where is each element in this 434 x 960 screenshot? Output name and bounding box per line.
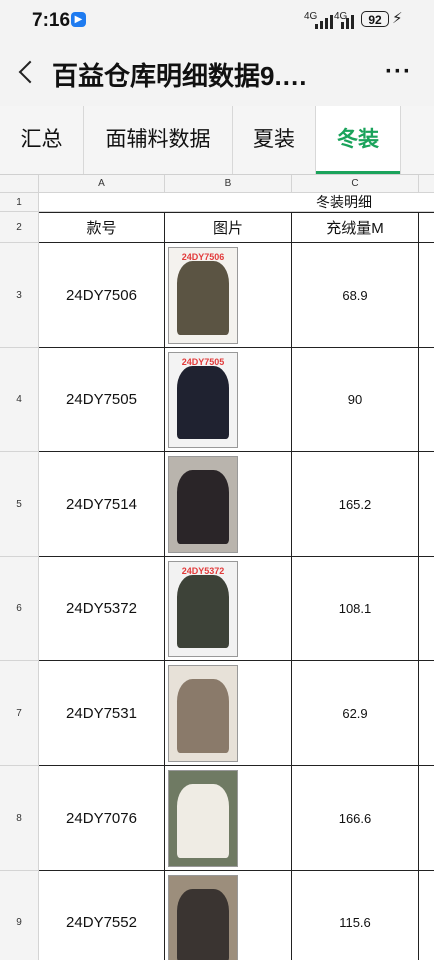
empty-cell[interactable]: [419, 212, 434, 243]
photo-cell[interactable]: 24DY7506: [165, 243, 292, 348]
photo-style-label: 24DY7505: [181, 356, 225, 367]
style-no-cell[interactable]: 24DY7531: [39, 661, 165, 766]
down-fill-cell[interactable]: 108.1: [292, 557, 419, 661]
style-no-cell[interactable]: 24DY7506: [39, 243, 165, 348]
down-fill-value: 108.1: [338, 601, 372, 616]
down-fill-value: 68.9: [342, 287, 368, 303]
row-header[interactable]: 7: [0, 661, 39, 766]
jacket-image: [177, 260, 229, 335]
product-photo[interactable]: [168, 664, 238, 762]
tab-summary[interactable]: 汇总: [0, 106, 84, 174]
empty-cell[interactable]: [419, 766, 434, 871]
column-header-d[interactable]: [419, 175, 434, 193]
style-no: 24DY7506: [66, 286, 137, 304]
sheet-title-cell[interactable]: 冬装明细: [39, 193, 434, 212]
status-bar: 7:16 ▶ 4G 4G 92 ⚡: [0, 0, 434, 40]
style-no: 24DY7505: [66, 391, 137, 408]
column-header-c[interactable]: C: [292, 175, 419, 193]
photo-cell[interactable]: [165, 871, 292, 960]
back-arrow-icon[interactable]: [12, 54, 42, 90]
row-header[interactable]: 6: [0, 557, 39, 661]
empty-cell[interactable]: [419, 871, 434, 960]
style-no-cell[interactable]: 24DY7552: [39, 871, 165, 960]
photo-cell[interactable]: [165, 766, 292, 871]
tab-materials[interactable]: 面辅料数据: [84, 106, 233, 174]
row-header[interactable]: 3: [0, 243, 39, 348]
row-header[interactable]: 2: [0, 212, 39, 243]
down-fill-value: 166.6: [338, 810, 372, 826]
product-photo[interactable]: 24DY7506: [168, 246, 238, 344]
corner-header[interactable]: [0, 175, 39, 193]
jacket-image: [177, 469, 229, 544]
column-header-a[interactable]: A: [39, 175, 165, 193]
product-photo[interactable]: 24DY5372: [168, 560, 238, 657]
photo-style-label: 24DY5372: [181, 565, 225, 576]
sheet-tabs: 汇总 面辅料数据 夏装 冬装: [0, 106, 434, 175]
style-no-cell[interactable]: 24DY5372: [39, 557, 165, 661]
down-fill-value: 165.2: [338, 496, 372, 512]
empty-cell[interactable]: [419, 452, 434, 557]
style-no: 24DY7531: [66, 704, 137, 722]
down-fill-cell[interactable]: 115.6: [292, 871, 419, 960]
jacket-image: [177, 574, 229, 648]
header-label: 图片: [212, 220, 243, 237]
header-label: 款号: [86, 220, 117, 237]
sheet-title: 冬装明细: [316, 194, 372, 210]
down-fill-cell[interactable]: 68.9: [292, 243, 419, 348]
down-fill-cell[interactable]: 166.6: [292, 766, 419, 871]
row-header[interactable]: 9: [0, 871, 39, 960]
product-photo[interactable]: [168, 769, 238, 867]
down-fill-value: 90: [347, 392, 363, 407]
photo-cell[interactable]: [165, 452, 292, 557]
app-notification-icon: ▶: [71, 12, 86, 27]
product-photo[interactable]: [168, 455, 238, 553]
app-header: 百益仓库明细数据9.… ···: [0, 40, 434, 106]
style-no: 24DY7514: [66, 495, 137, 513]
jacket-image: [177, 783, 229, 858]
row-header[interactable]: 4: [0, 348, 39, 452]
empty-cell[interactable]: [419, 661, 434, 766]
empty-cell[interactable]: [419, 243, 434, 348]
empty-cell[interactable]: [419, 348, 434, 452]
empty-cell[interactable]: [419, 557, 434, 661]
down-fill-value: 62.9: [342, 705, 368, 721]
header-label: 充绒量M: [326, 220, 384, 237]
spreadsheet-grid[interactable]: A B C 1 冬装明细 2 款号 图片 充绒量M 3 24DY7506 24DY7…: [0, 175, 434, 960]
down-fill-cell[interactable]: 90: [292, 348, 419, 452]
tab-summer[interactable]: 夏装: [233, 106, 316, 174]
signal-icon-2: [341, 13, 355, 29]
header-cell-fill[interactable]: 充绒量M: [292, 212, 419, 243]
down-fill-cell[interactable]: 165.2: [292, 452, 419, 557]
jacket-image: [177, 678, 229, 753]
tab-winter[interactable]: 冬装: [316, 106, 401, 174]
row-header[interactable]: 1: [0, 193, 39, 212]
header-cell-photo[interactable]: 图片: [165, 212, 292, 243]
clock: 7:16: [32, 10, 71, 31]
jacket-image: [177, 365, 229, 439]
style-no: 24DY7076: [66, 809, 137, 827]
column-header-b[interactable]: B: [165, 175, 292, 193]
product-photo[interactable]: 24DY7505: [168, 351, 238, 448]
photo-cell[interactable]: 24DY5372: [165, 557, 292, 661]
style-no-cell[interactable]: 24DY7505: [39, 348, 165, 452]
jacket-image: [177, 888, 229, 960]
charging-icon: ⚡: [392, 10, 403, 27]
photo-cell[interactable]: [165, 661, 292, 766]
product-photo[interactable]: [168, 874, 238, 960]
down-fill-cell[interactable]: 62.9: [292, 661, 419, 766]
style-no: 24DY7552: [66, 914, 137, 931]
style-no: 24DY5372: [66, 600, 137, 617]
photo-style-label: 24DY7506: [181, 251, 225, 262]
style-no-cell[interactable]: 24DY7076: [39, 766, 165, 871]
photo-cell[interactable]: 24DY7505: [165, 348, 292, 452]
header-cell-style-no[interactable]: 款号: [39, 212, 165, 243]
row-header[interactable]: 8: [0, 766, 39, 871]
battery-icon: 92: [361, 11, 389, 27]
style-no-cell[interactable]: 24DY7514: [39, 452, 165, 557]
down-fill-value: 115.6: [339, 915, 371, 930]
page-title: 百益仓库明细数据9.…: [52, 61, 308, 91]
row-header[interactable]: 5: [0, 452, 39, 557]
more-options-icon[interactable]: ···: [385, 58, 412, 86]
